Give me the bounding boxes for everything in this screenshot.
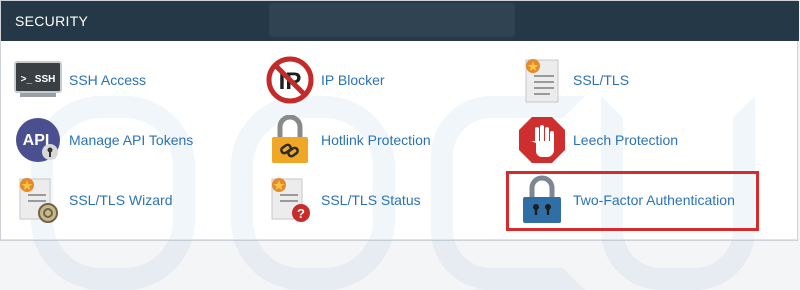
ip-blocker-link[interactable]: IP IP Blocker [265, 54, 385, 106]
header-watermark [269, 3, 515, 37]
api-key-icon: API [13, 115, 63, 165]
ssl-tls-wizard-link[interactable]: SSL/TLS Wizard [13, 174, 172, 226]
leech-protection-link[interactable]: Leech Protection [517, 114, 678, 166]
svg-text:?: ? [297, 206, 305, 221]
ssl-tls-link[interactable]: SSL/TLS [517, 54, 629, 106]
certificate-wizard-icon [13, 175, 63, 225]
leech-protection-label[interactable]: Leech Protection [573, 132, 678, 148]
terminal-icon: >_ SSH [13, 55, 63, 105]
svg-text:>_ SSH: >_ SSH [21, 74, 56, 85]
manage-api-tokens-link[interactable]: API Manage API Tokens [13, 114, 193, 166]
section-title: SECURITY [15, 13, 89, 29]
ip-blocker-icon: IP [265, 55, 315, 105]
certificate-icon [517, 55, 567, 105]
section-header[interactable]: SECURITY [1, 1, 799, 41]
ssh-access-label[interactable]: SSH Access [69, 72, 146, 88]
ssl-tls-status-label[interactable]: SSL/TLS Status [321, 192, 421, 208]
bottom-divider [1, 239, 799, 240]
security-panel: SECURITY >_ SSH SSH Access IP IP Blocker [0, 0, 799, 290]
certificate-status-icon: ? [265, 175, 315, 225]
ssl-tls-status-link[interactable]: ? SSL/TLS Status [265, 174, 421, 226]
manage-api-tokens-label[interactable]: Manage API Tokens [69, 132, 193, 148]
ip-blocker-label[interactable]: IP Blocker [321, 72, 385, 88]
chain-lock-icon [265, 115, 315, 165]
highlight-box [506, 171, 759, 231]
hotlink-protection-label[interactable]: Hotlink Protection [321, 132, 431, 148]
ssh-access-link[interactable]: >_ SSH SSH Access [13, 54, 146, 106]
hotlink-protection-link[interactable]: Hotlink Protection [265, 114, 431, 166]
ssl-tls-wizard-label[interactable]: SSL/TLS Wizard [69, 192, 172, 208]
stop-hand-icon [517, 115, 567, 165]
ssl-tls-label[interactable]: SSL/TLS [573, 72, 629, 88]
